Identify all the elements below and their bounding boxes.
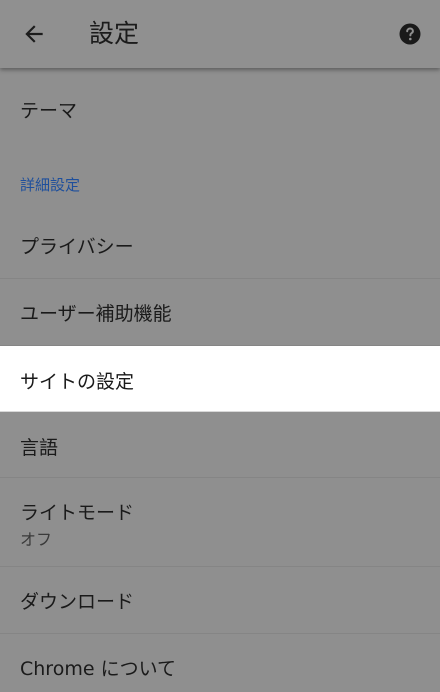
- settings-item-about-chrome[interactable]: Chrome について: [0, 634, 440, 692]
- back-button[interactable]: [12, 14, 56, 54]
- arrow-left-icon: [25, 25, 43, 43]
- settings-item-label: ライトモード: [20, 502, 135, 524]
- settings-item-lite-mode[interactable]: ライトモード オフ: [0, 478, 440, 567]
- settings-item-downloads[interactable]: ダウンロード: [0, 567, 440, 634]
- settings-item-languages[interactable]: 言語: [0, 412, 440, 478]
- settings-screen: 設定 テーマ 詳細設定 プライバシー ユーザー補助機能 サイトの設定 言語 ライ…: [0, 0, 440, 692]
- settings-item-label: Chrome について: [20, 658, 176, 680]
- page-title: 設定: [89, 19, 140, 48]
- section-header-label: 詳細設定: [20, 176, 81, 194]
- settings-list: テーマ 詳細設定 プライバシー ユーザー補助機能 サイトの設定 言語 ライトモー…: [0, 68, 440, 692]
- settings-item-label: 言語: [20, 437, 59, 459]
- settings-item-theme[interactable]: テーマ: [0, 68, 440, 146]
- settings-item-label: テーマ: [20, 100, 78, 122]
- settings-item-label: ユーザー補助機能: [20, 303, 172, 325]
- settings-item-label: プライバシー: [20, 236, 134, 258]
- settings-item-accessibility[interactable]: ユーザー補助機能: [0, 279, 440, 346]
- help-button[interactable]: [396, 20, 424, 48]
- settings-item-label: ダウンロード: [20, 591, 135, 613]
- settings-item-site-settings[interactable]: サイトの設定: [0, 346, 440, 412]
- section-header-advanced: 詳細設定: [0, 146, 440, 212]
- toolbar: 設定: [0, 0, 440, 68]
- settings-item-privacy[interactable]: プライバシー: [0, 212, 440, 279]
- settings-item-label: サイトの設定: [20, 371, 135, 393]
- settings-item-summary: オフ: [20, 530, 53, 549]
- help-circle-icon: [399, 23, 421, 45]
